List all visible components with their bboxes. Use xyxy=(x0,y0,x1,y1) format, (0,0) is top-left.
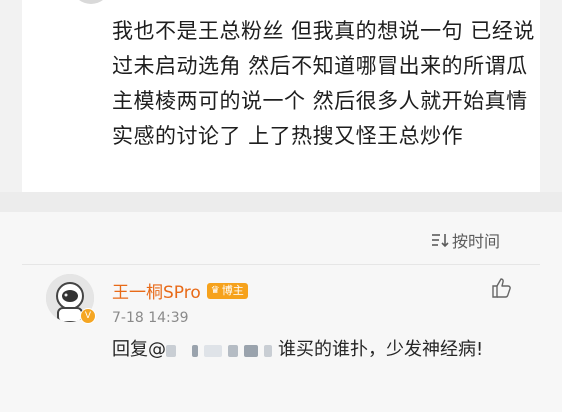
poster-avatar[interactable] xyxy=(74,0,108,4)
comment-header: 王一桐SPro ♛ 博主 xyxy=(112,278,248,303)
divider xyxy=(22,264,540,265)
redacted-mention xyxy=(166,335,278,366)
like-thumb-icon[interactable] xyxy=(490,276,514,300)
reply-prefix: 回复@ xyxy=(112,339,166,360)
post-text: 我也不是王总粉丝 但我真的想说一句 已经说过未启动选角 然后不知道哪冒出来的所谓… xyxy=(112,19,535,148)
sort-by-time-button[interactable]: 按时间 xyxy=(430,228,500,252)
sort-icon xyxy=(431,234,449,248)
verified-badge-icon: V xyxy=(80,308,96,324)
crown-icon: ♛ xyxy=(210,284,220,296)
comment-body: 回复@ 谁买的谁扑，少发神经病! xyxy=(112,334,512,366)
reply-text: 谁买的谁扑，少发神经病! xyxy=(278,339,484,360)
comments-section: 按时间 V 王一桐SPro ♛ 博主 7-18 14:39 回复@ 谁买的谁扑，少… xyxy=(0,212,562,412)
blogger-badge-label: 博主 xyxy=(221,283,244,297)
section-separator xyxy=(0,192,562,212)
comment-time: 7-18 14:39 xyxy=(112,310,189,326)
sort-label: 按时间 xyxy=(451,232,500,251)
post-card: 我也不是王总粉丝 但我真的想说一句 已经说过未启动选角 然后不知道哪冒出来的所谓… xyxy=(22,0,540,192)
blogger-badge: ♛ 博主 xyxy=(206,282,248,299)
commenter-username[interactable]: 王一桐SPro xyxy=(112,278,201,303)
